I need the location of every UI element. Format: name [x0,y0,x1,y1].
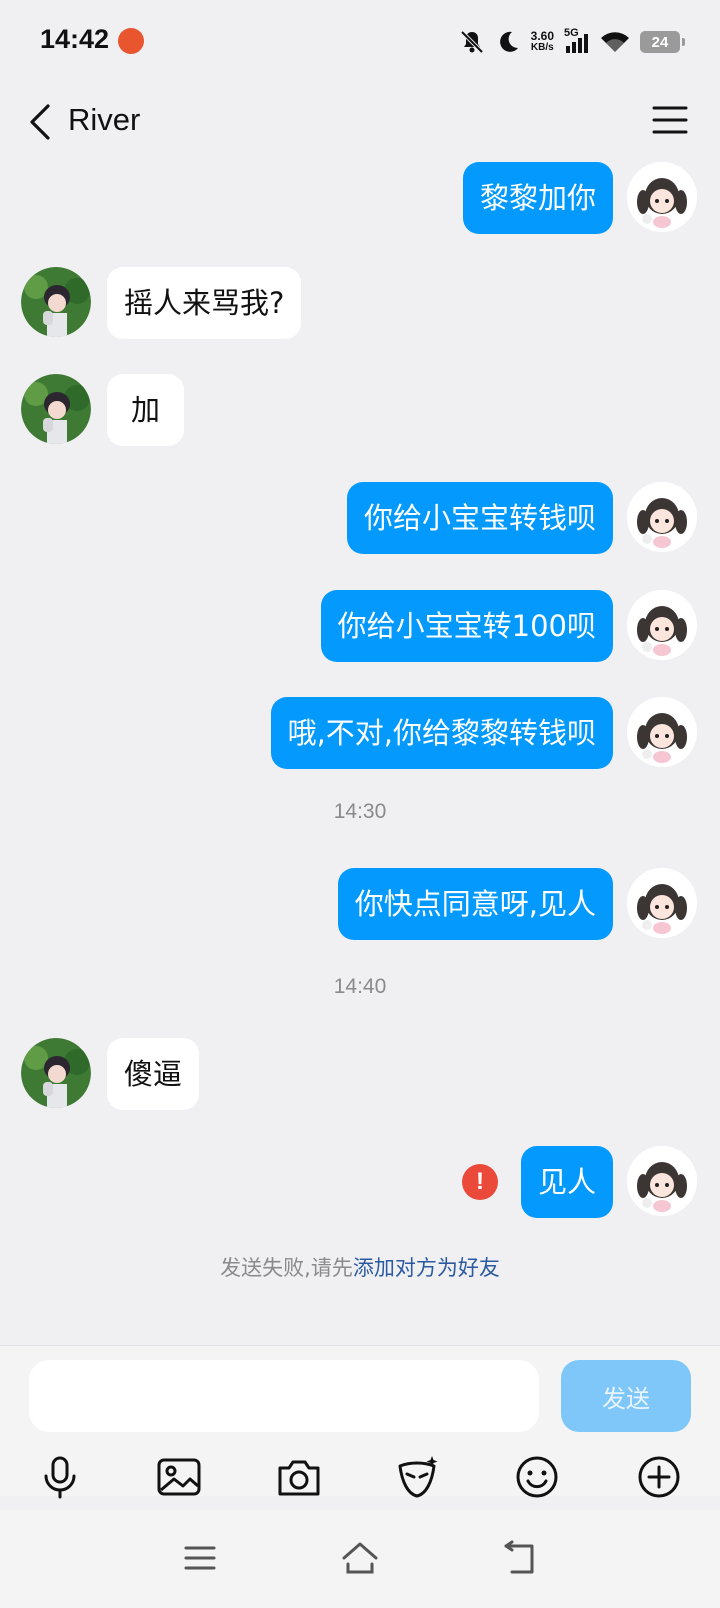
timestamp: 14:40 [333,975,387,998]
send-failed-icon[interactable]: ! [462,1164,498,1200]
outgoing-message-bubble[interactable]: 你给小宝宝转100呗 [320,590,613,662]
my-avatar[interactable] [627,868,697,938]
my-avatar[interactable] [627,482,697,552]
status-icons: 3.60 KB/s 5G 24 [459,22,685,62]
message-list[interactable]: 黎黎加你 摇人来骂我? 加 你给小宝宝转钱呗 你给小宝宝转100呗 哦,不对,你… [0,160,720,1345]
plus-icon[interactable] [634,1452,684,1502]
do-not-disturb-moon-icon [499,31,518,52]
microphone-icon[interactable] [35,1452,85,1502]
network-speed-value: 3.60 [530,29,554,43]
status-bar: 14:42 3.60 KB/s 5G 24 [0,0,720,84]
contact-avatar[interactable] [21,374,91,444]
send-button[interactable]: 发送 [561,1360,691,1432]
cellular-signal-icon: 5G [564,27,590,55]
outgoing-message-bubble[interactable]: 哦,不对,你给黎黎转钱呗 [270,697,613,769]
network-speed-unit: KB/s [530,42,554,53]
status-time: 14:42 [40,24,110,54]
contact-avatar[interactable] [21,267,91,337]
incoming-message-bubble[interactable]: 加 [107,374,185,446]
my-avatar[interactable] [627,162,697,232]
recent-apps-icon[interactable] [180,1538,220,1578]
outgoing-message-bubble[interactable]: 你快点同意呀,见人 [337,868,613,940]
incoming-message-bubble[interactable]: 摇人来骂我? [107,267,302,339]
back-icon[interactable] [500,1538,540,1578]
add-friend-link[interactable]: 添加对方为好友 [353,1256,500,1280]
camera-icon[interactable] [274,1452,324,1502]
image-icon[interactable] [154,1452,204,1502]
chat-header: River [0,84,720,160]
my-avatar[interactable] [627,1146,697,1216]
chat-title: River [68,102,141,137]
my-avatar[interactable] [627,590,697,660]
my-avatar[interactable] [627,697,697,767]
outgoing-message-bubble[interactable]: 你给小宝宝转钱呗 [346,482,613,554]
battery-level: 24 [651,33,669,51]
home-icon[interactable] [340,1538,380,1578]
outgoing-message-bubble[interactable]: 见人 [520,1146,613,1218]
emoji-icon[interactable] [512,1452,562,1502]
timestamp: 14:30 [333,800,387,823]
incoming-message-bubble[interactable]: 傻逼 [107,1038,200,1110]
network-speed: 3.60 KB/s [531,30,554,54]
mute-icon [460,30,484,54]
sticker-icon[interactable] [392,1452,442,1502]
battery-icon: 24 [640,31,685,53]
message-input[interactable] [29,1360,539,1432]
back-arrow-icon[interactable] [20,98,64,146]
wifi-icon [601,32,629,52]
app-notification-icon [118,28,144,54]
contact-avatar[interactable] [21,1038,91,1108]
send-failure-notice: 发送失败,请先添加对方为好友 [0,1252,720,1282]
outgoing-message-bubble[interactable]: 黎黎加你 [462,162,613,234]
composer-toolbar [0,1452,720,1508]
composer: 发送 [0,1345,720,1499]
failure-notice-text: 发送失败,请先 [220,1256,353,1280]
system-navigation-bar [0,1510,720,1608]
hamburger-menu-icon[interactable] [650,100,690,140]
